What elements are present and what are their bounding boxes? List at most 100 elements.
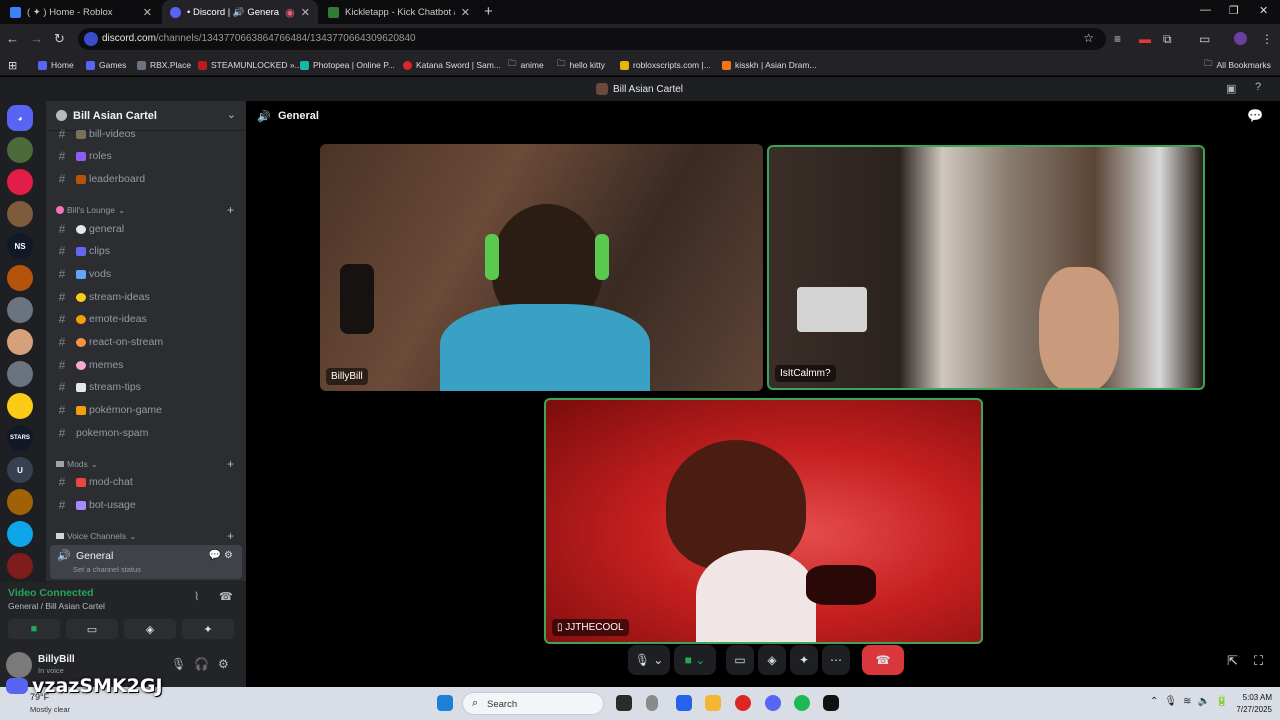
close-tab-icon[interactable]: ✕: [301, 6, 310, 19]
bookmark-star-icon[interactable]: ☆: [1083, 31, 1094, 45]
server-icon[interactable]: [7, 329, 33, 355]
minimize-icon[interactable]: —: [1200, 4, 1211, 16]
chevron-down-icon[interactable]: ⌄: [227, 108, 236, 121]
bookmark-robloxscripts[interactable]: robloxscripts.com |...: [620, 58, 711, 72]
activities-button[interactable]: ◈: [124, 619, 176, 639]
channel-general[interactable]: # general: [54, 219, 240, 239]
channel-leaderboard[interactable]: # leaderboard: [54, 169, 240, 189]
new-tab-plus-icon[interactable]: +: [484, 3, 493, 20]
bookmark-home[interactable]: Home: [38, 58, 74, 72]
voice-channel-actions[interactable]: 💬⚙: [209, 550, 236, 561]
video-tile-isitcalmm[interactable]: IsItCalmm?: [767, 145, 1205, 390]
channel-roles[interactable]: # roles: [54, 146, 240, 166]
channel-stream-tips[interactable]: # stream-tips: [54, 377, 240, 397]
discord-home-icon[interactable]: ◕: [7, 105, 33, 131]
bookmark-kisskh[interactable]: kisskh | Asian Dram...: [722, 58, 817, 72]
add-channel-plus-icon[interactable]: +: [227, 457, 234, 471]
browser-tab-roblox[interactable]: ( ✦ ) Home - Roblox ✕: [2, 0, 160, 24]
server-icon[interactable]: [7, 137, 33, 163]
voice-channel-general[interactable]: 🔊 General Set a channel status 💬⚙: [50, 545, 242, 579]
disconnect-icon[interactable]: ☎: [219, 590, 233, 603]
cast-icon[interactable]: ▭: [1199, 32, 1210, 46]
app-icon[interactable]: [823, 695, 839, 711]
bookmark-steamunlocked[interactable]: STEAMUNLOCKED »...: [198, 58, 302, 72]
bookmark-photopea[interactable]: Photopea | Online P...: [300, 58, 395, 72]
noise-suppression-icon[interactable]: ⌇: [194, 590, 199, 603]
camera-toggle-button[interactable]: ■: [8, 619, 60, 639]
fullscreen-icon[interactable]: ⛶: [1254, 653, 1263, 669]
server-icon[interactable]: U: [7, 457, 33, 483]
settings-gear-icon[interactable]: ⚙: [218, 657, 229, 671]
bookmark-games[interactable]: Games: [86, 58, 126, 72]
profile-avatar-icon[interactable]: [1234, 32, 1247, 45]
disconnect-call-button[interactable]: ☎: [862, 645, 904, 675]
popout-icon[interactable]: ⇱: [1227, 653, 1238, 669]
more-options-icon[interactable]: ⋯: [822, 645, 850, 675]
close-tab-icon[interactable]: ✕: [143, 6, 152, 19]
channel-pokemon-game[interactable]: # pokémon-game: [54, 400, 240, 420]
chrome-icon[interactable]: [735, 695, 751, 711]
menu-kebab-icon[interactable]: ⋮: [1261, 32, 1273, 46]
category-mods[interactable]: Mods ⌄ +: [56, 457, 240, 471]
close-window-icon[interactable]: ✕: [1259, 4, 1268, 17]
channel-react-on-stream[interactable]: # react-on-stream: [54, 332, 240, 352]
bookmark-katana[interactable]: Katana Sword | Sam...: [403, 58, 501, 72]
system-tray[interactable]: ⌃🎙≋🔈🔋: [1150, 696, 1234, 707]
back-arrow-icon[interactable]: ←: [6, 31, 19, 46]
apps-grid-icon[interactable]: ⊞: [8, 58, 17, 72]
media-controls-icon[interactable]: ≡: [1114, 32, 1121, 46]
microphone-icon[interactable]: 🎙: [171, 657, 186, 671]
help-icon[interactable]: ?: [1255, 81, 1261, 93]
chat-bubble-icon[interactable]: 💬: [1247, 108, 1263, 124]
channel-emote-ideas[interactable]: # emote-ideas: [54, 309, 240, 329]
screen-share-button[interactable]: ▭: [66, 619, 118, 639]
video-tile-jjthecool[interactable]: ▯ JJTHECOOL: [544, 398, 983, 644]
server-icon[interactable]: [7, 393, 33, 419]
add-channel-plus-icon[interactable]: +: [227, 529, 234, 543]
reload-icon[interactable]: ↻: [54, 31, 65, 47]
channel-bot-usage[interactable]: # bot-usage: [54, 495, 240, 515]
discord-taskbar-icon[interactable]: [765, 695, 781, 711]
bookmark-folder-hello-kitty[interactable]: 🗀 hello kitty: [557, 58, 605, 72]
extension-red-icon[interactable]: ▬: [1139, 32, 1151, 46]
server-icon[interactable]: [7, 489, 33, 515]
headphones-icon[interactable]: 🎧: [194, 657, 209, 671]
all-bookmarks[interactable]: 🗀 All Bookmarks: [1204, 58, 1271, 72]
add-channel-plus-icon[interactable]: +: [227, 203, 234, 217]
channel-mod-chat[interactable]: # mod-chat: [54, 472, 240, 492]
windows-start-icon[interactable]: [437, 695, 453, 711]
channel-pokemon-spam[interactable]: # pokemon-spam: [54, 423, 240, 443]
photos-app-icon[interactable]: [676, 695, 692, 711]
category-bills-lounge[interactable]: Bill's Lounge ⌄ +: [56, 203, 240, 217]
site-info-icon[interactable]: [84, 32, 98, 46]
soundboard-button[interactable]: ✦: [182, 619, 234, 639]
server-icon[interactable]: [7, 553, 33, 579]
soundboard-button[interactable]: ✦: [790, 645, 818, 675]
channel-vods[interactable]: # vods: [54, 264, 240, 284]
extensions-puzzle-icon[interactable]: ⧉: [1163, 32, 1172, 47]
forward-arrow-icon[interactable]: →: [30, 31, 43, 46]
file-explorer-icon[interactable]: [705, 695, 721, 711]
browser-tab-discord[interactable]: • Discord | 🔊 General | Bill ◉ ✕: [162, 0, 318, 24]
server-icon[interactable]: [7, 521, 33, 547]
channel-clips[interactable]: # clips: [54, 241, 240, 261]
camera-button[interactable]: ■ ⌄: [674, 645, 716, 675]
activity-button[interactable]: ◈: [758, 645, 786, 675]
mouse-app-icon[interactable]: [646, 695, 658, 711]
spotify-icon[interactable]: [794, 695, 810, 711]
server-icon[interactable]: [7, 297, 33, 323]
video-tile-billybill[interactable]: BillyBill: [320, 144, 763, 391]
server-icon[interactable]: NS: [7, 233, 33, 259]
bookmark-folder-anime[interactable]: 🗀 anime: [508, 58, 544, 72]
close-tab-icon[interactable]: ✕: [461, 6, 470, 19]
address-bar[interactable]: discord.com/channels/1343770663864766484…: [78, 28, 1106, 50]
server-icon[interactable]: [7, 361, 33, 387]
taskbar-clock[interactable]: 5:03 AM 7/27/2025: [1228, 692, 1272, 716]
browser-tab-kicklet[interactable]: Kickletapp - Kick Chatbot and ✕: [320, 0, 478, 24]
server-icon[interactable]: [7, 169, 33, 195]
task-view-icon[interactable]: [616, 695, 632, 711]
bookmark-rbx-place[interactable]: RBX.Place: [137, 58, 191, 72]
taskbar-search[interactable]: ⌕ Search: [462, 692, 604, 715]
server-icon[interactable]: [7, 201, 33, 227]
screen-share-button[interactable]: ▭: [726, 645, 754, 675]
